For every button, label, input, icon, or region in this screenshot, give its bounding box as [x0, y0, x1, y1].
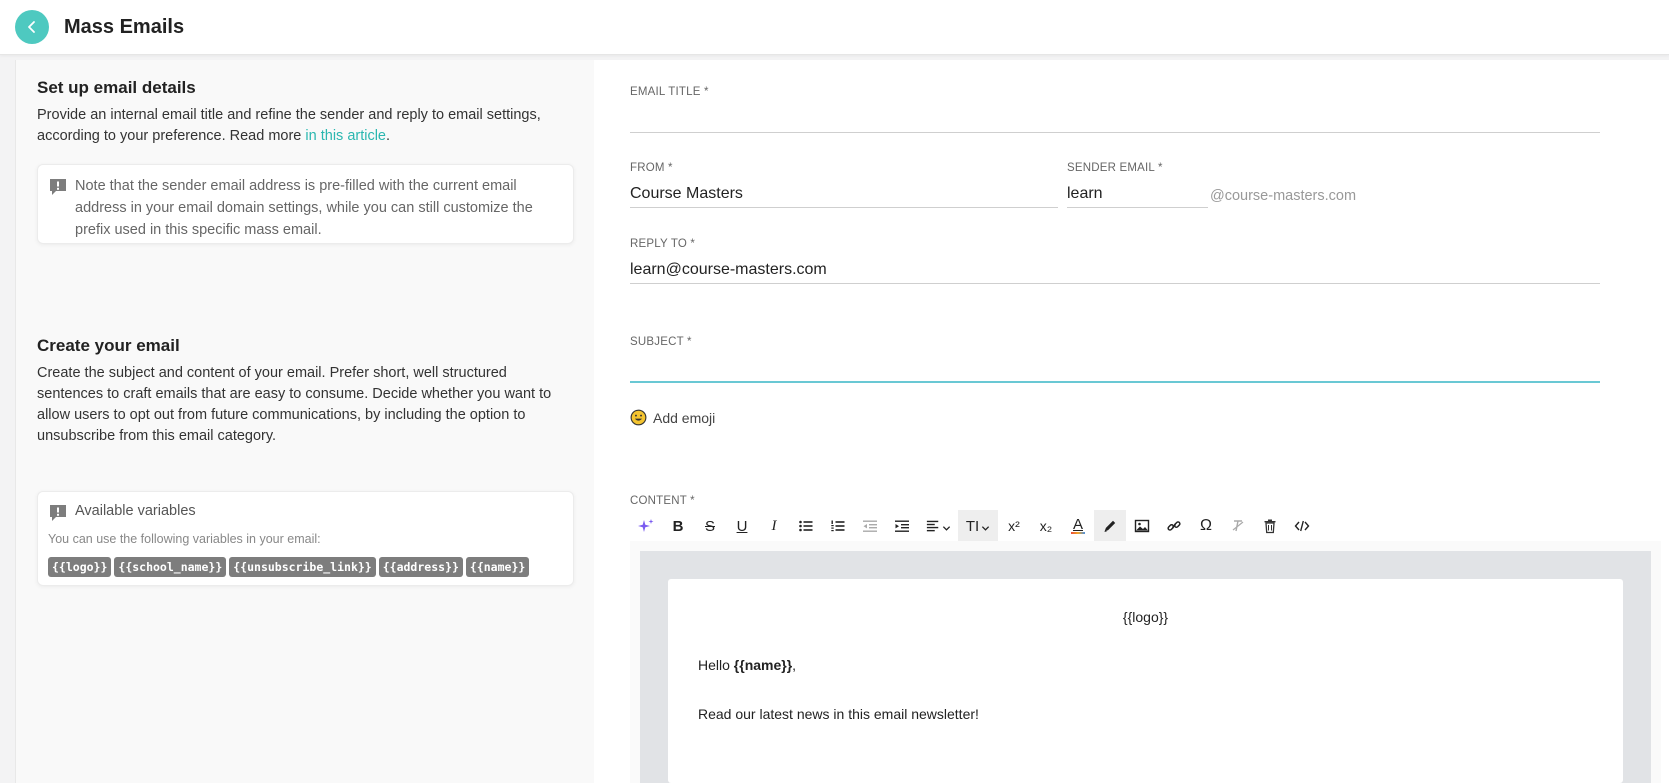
superscript-icon: x²	[1008, 518, 1020, 534]
left-panel: Set up email details Provide an internal…	[16, 60, 594, 783]
numbered-list-icon	[831, 520, 845, 532]
subject-input[interactable]	[630, 355, 1600, 383]
italic-icon: I	[771, 517, 777, 534]
strikethrough-button[interactable]: S	[694, 510, 726, 542]
subscript-button[interactable]: x₂	[1030, 510, 1062, 542]
logo-variable: {{logo}}	[1122, 609, 1169, 625]
subject-label: SUBJECT *	[630, 336, 692, 348]
insert-link-button[interactable]	[1158, 510, 1190, 542]
sender-email-label: SENDER EMAIL *	[1067, 162, 1163, 174]
outdent-icon	[863, 520, 877, 532]
code-icon	[1294, 520, 1310, 532]
text-size-dropdown[interactable]: TΙ	[958, 510, 998, 542]
font-color-icon: A	[1071, 516, 1085, 534]
bullet-list-button[interactable]	[790, 510, 822, 542]
image-icon	[1134, 519, 1150, 533]
right-panel: EMAIL TITLE * FROM * SENDER EMAIL * @cou…	[594, 60, 1669, 783]
align-dropdown[interactable]	[918, 510, 958, 542]
special-character-button[interactable]: Ω	[1190, 510, 1222, 542]
sender-note-card: Note that the sender email address is pr…	[37, 164, 574, 244]
chevron-down-icon	[942, 526, 950, 531]
reply-to-input[interactable]	[630, 256, 1600, 284]
newsletter-line: Read our latest news in this email newsl…	[698, 706, 979, 722]
delete-button[interactable]	[1254, 510, 1286, 542]
setup-description-text: Provide an internal email title and refi…	[37, 107, 541, 144]
insert-image-button[interactable]	[1126, 510, 1158, 542]
variable-chip-name[interactable]: {{name}}	[465, 557, 530, 577]
email-title-input[interactable]	[630, 105, 1600, 133]
smiley-icon	[630, 409, 647, 426]
superscript-button[interactable]: x²	[998, 510, 1030, 542]
exclamation-icon	[50, 179, 66, 195]
sender-note-text: Note that the sender email address is pr…	[75, 178, 533, 238]
email-content-editor[interactable]: {{logo}} Hello {{name}}, Read our latest…	[630, 541, 1661, 783]
content-frame: Set up email details Provide an internal…	[15, 60, 1669, 783]
setup-section-title: Set up email details	[37, 78, 196, 97]
variables-title: Available variables	[75, 503, 196, 519]
source-code-button[interactable]	[1286, 510, 1318, 542]
underline-button[interactable]: U	[726, 510, 758, 542]
clear-formatting-button[interactable]	[1222, 510, 1254, 542]
top-bar: Mass Emails	[0, 0, 1669, 55]
font-color-swatch	[1071, 532, 1085, 534]
sender-email-input[interactable]	[1067, 180, 1208, 208]
reply-to-label: REPLY TO *	[630, 238, 696, 250]
chevron-left-icon	[28, 21, 35, 33]
omega-icon: Ω	[1200, 517, 1212, 534]
content-label: CONTENT *	[630, 495, 695, 507]
variable-chips: {{logo}} {{school_name}} {{unsubscribe_l…	[48, 557, 530, 577]
variable-chip-address[interactable]: {{address}}	[378, 557, 463, 577]
email-preview-background: {{logo}} Hello {{name}}, Read our latest…	[640, 551, 1651, 783]
exclamation-icon	[50, 505, 66, 521]
subscript-icon: x₂	[1039, 518, 1053, 534]
greeting-text: Hello	[698, 657, 734, 673]
article-link[interactable]: in this article	[305, 128, 386, 144]
email-title-label: EMAIL TITLE *	[630, 86, 709, 98]
variable-chip-school-name[interactable]: {{school_name}}	[114, 557, 227, 577]
email-body[interactable]: {{logo}} Hello {{name}}, Read our latest…	[668, 579, 1623, 783]
italic-button[interactable]: I	[758, 510, 790, 542]
from-label: FROM *	[630, 162, 673, 174]
numbered-list-button[interactable]	[822, 510, 854, 542]
variable-chip-logo[interactable]: {{logo}}	[48, 557, 112, 577]
page-title: Mass Emails	[64, 15, 185, 38]
highlight-button[interactable]	[1094, 510, 1126, 542]
ai-assist-button[interactable]	[630, 510, 662, 542]
font-color-letter: A	[1072, 516, 1083, 533]
align-left-icon	[926, 520, 938, 532]
indent-button[interactable]	[886, 510, 918, 542]
trash-icon	[1264, 519, 1276, 534]
font-color-button[interactable]: A	[1062, 510, 1094, 542]
sender-domain-suffix: @course-masters.com	[1210, 188, 1357, 204]
setup-description-end: .	[386, 128, 391, 144]
back-button[interactable]	[15, 10, 49, 44]
setup-description: Provide an internal email title and refi…	[37, 105, 562, 147]
greeting-suffix: ,	[792, 657, 797, 673]
text-size-icon: TΙ	[965, 517, 980, 535]
sparkle-icon	[638, 519, 654, 532]
indent-icon	[895, 520, 909, 532]
add-emoji-label: Add emoji	[653, 409, 716, 426]
pencil-icon	[1104, 520, 1116, 532]
bold-icon: B	[672, 517, 684, 535]
editor-toolbar: B S U I TΙ x² x₂ A Ω	[630, 510, 1318, 542]
variables-card: Available variables You can use the foll…	[37, 491, 574, 586]
from-input[interactable]	[630, 180, 1058, 208]
create-description: Create the subject and content of your e…	[37, 365, 552, 444]
greeting-line: Hello {{name}},	[698, 657, 796, 673]
bold-button[interactable]: B	[662, 510, 694, 542]
underline-icon: U	[736, 517, 748, 535]
add-emoji-button[interactable]: Add emoji	[630, 409, 715, 426]
variable-chip-unsubscribe-link[interactable]: {{unsubscribe_link}}	[229, 557, 376, 577]
chevron-down-icon	[982, 526, 990, 531]
link-icon	[1167, 521, 1181, 531]
name-variable: {{name}}	[733, 657, 793, 673]
create-section-title: Create your email	[37, 336, 180, 355]
strikethrough-icon: S	[704, 517, 715, 535]
outdent-button[interactable]	[854, 510, 886, 542]
bullet-list-icon	[799, 520, 813, 532]
variables-subtitle: You can use the following variables in y…	[48, 532, 321, 546]
clear-format-icon	[1232, 520, 1244, 532]
